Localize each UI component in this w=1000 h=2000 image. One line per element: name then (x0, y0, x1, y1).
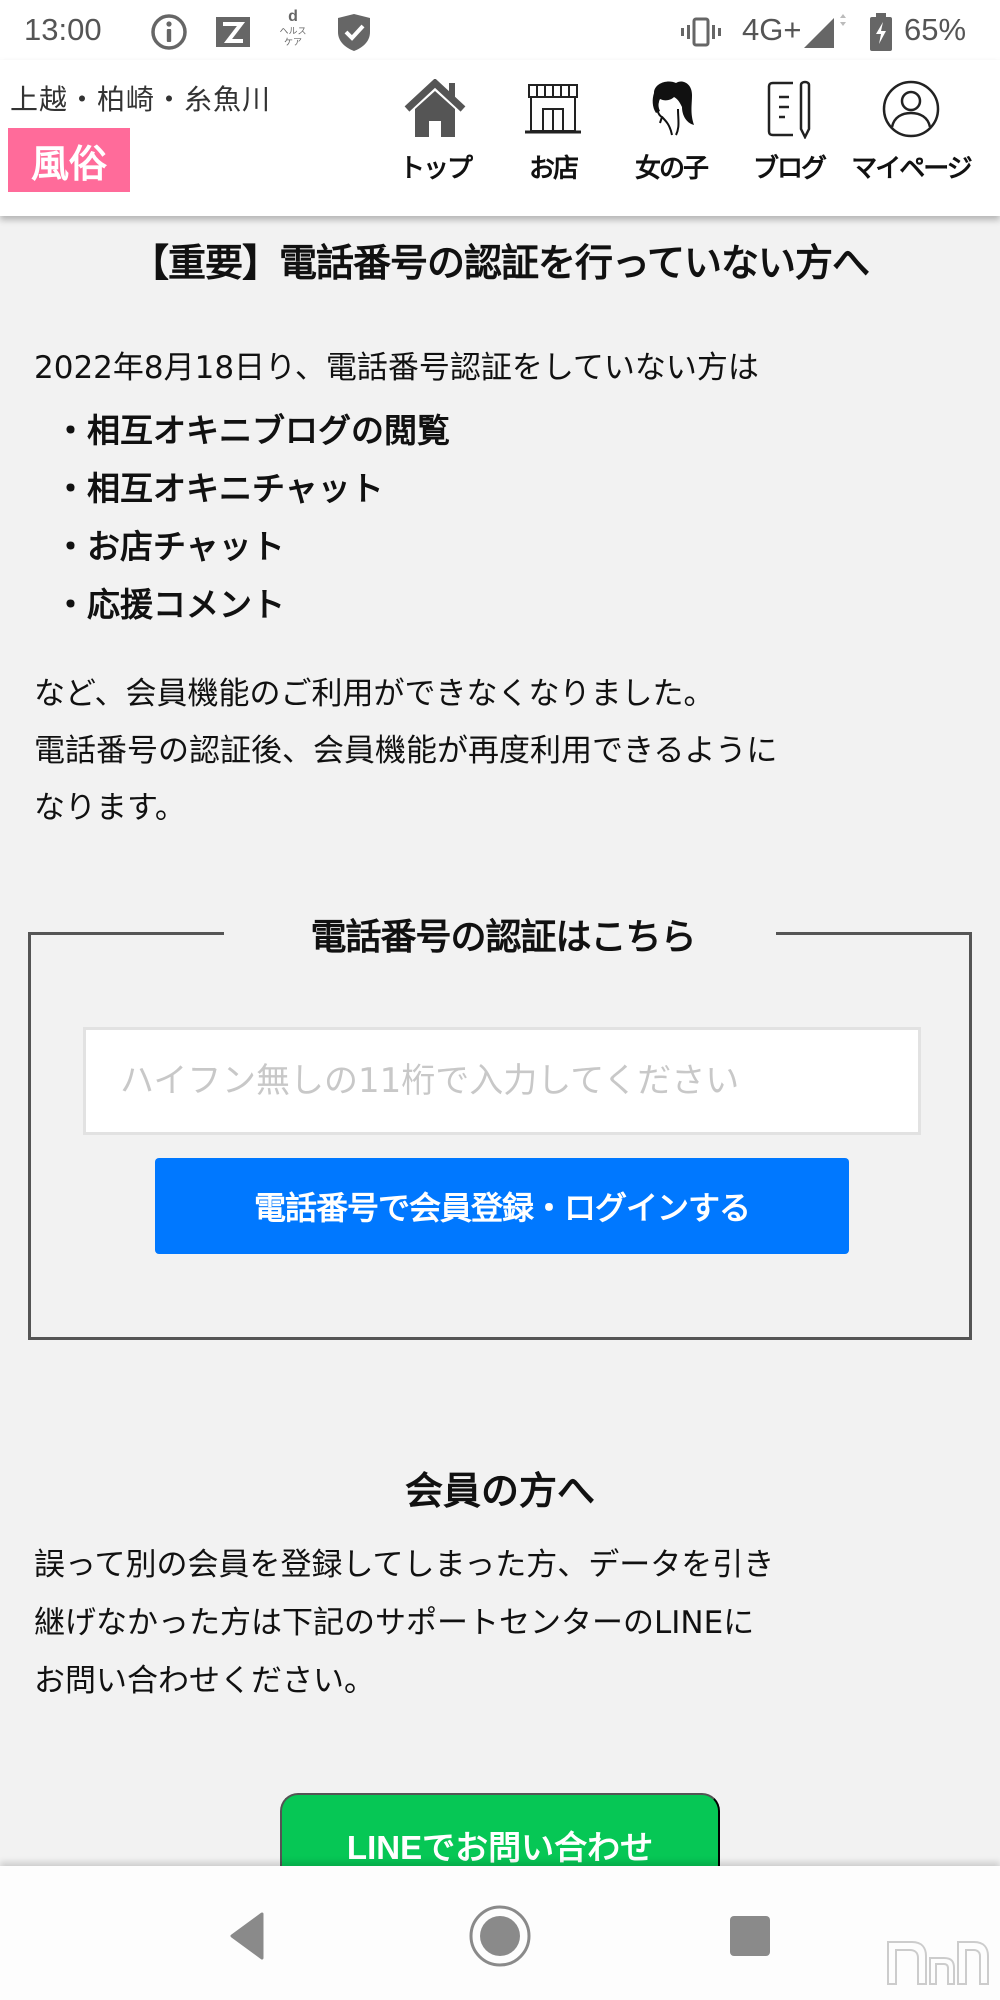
nav-label: お店 (528, 154, 579, 184)
feature-list: 相互オキニブログの閲覧 相互オキニチャット お店チャット 応援コメント (54, 402, 450, 634)
nav-item-top[interactable]: トップ (380, 78, 490, 198)
blog-icon (754, 78, 824, 140)
member-body: 誤って別の会員を登録してしまった方、データを引き 継げなかった方は下記のサポート… (34, 1536, 994, 1710)
system-nav-bar (0, 1866, 1000, 2000)
network-type: 4G+ (742, 12, 802, 47)
nav-item-mypage[interactable]: マイページ (851, 78, 973, 198)
category-badge[interactable]: 風俗 (8, 128, 130, 192)
feature-item: 応援コメント (54, 576, 450, 634)
svg-text:d: d (288, 8, 298, 25)
feature-item: 相互オキニブログの閲覧 (54, 402, 450, 460)
status-time: 13:00 (24, 12, 102, 47)
member-body-line: 継げなかった方は下記のサポートセンターのLINEに (34, 1605, 755, 1641)
battery-level: 65% (904, 12, 967, 47)
nav-item-girls[interactable]: 女の子 (616, 78, 726, 198)
svg-text:ケア: ケア (284, 37, 302, 48)
shop-icon (518, 78, 588, 140)
verify-title: 電話番号の認証はこちら (310, 917, 696, 958)
home-icon (400, 78, 470, 140)
notice-body-line: 電話番号の認証後、会員機能が再度利用できるように (34, 733, 778, 769)
girl-icon (636, 78, 706, 140)
user-icon (876, 78, 946, 140)
notice-intro: 2022年8月18日り、電話番号認証をしていない方は (34, 350, 759, 386)
info-icon (150, 14, 188, 50)
home-circle-icon[interactable] (460, 1896, 540, 1976)
site-header: 上越・柏崎・糸魚川 風俗 トップ お店 女の子 ブログ マイページ (0, 60, 1000, 216)
phone-verification-box: 電話番号の認証はこちら 電話番号で会員登録・ログインする (28, 917, 972, 1340)
member-title: 会員の方へ (404, 1469, 595, 1513)
nav-item-blog[interactable]: ブログ (734, 78, 844, 198)
phone-login-button[interactable]: 電話番号で会員登録・ログインする (155, 1158, 849, 1254)
nav-label: マイページ (851, 154, 972, 184)
feature-item: お店チャット (54, 518, 450, 576)
member-body-line: 誤って別の会員を登録してしまった方、データを引き (34, 1547, 775, 1583)
svg-text:ヘルス: ヘルス (279, 27, 306, 37)
battery-charging-icon (868, 13, 894, 51)
d-healthcare-icon: d ヘルス ケア (278, 8, 308, 48)
nav-label: 女の子 (634, 154, 709, 184)
recents-icon[interactable] (710, 1896, 790, 1976)
nav-label: トップ (398, 154, 473, 184)
signal-icon (802, 14, 848, 50)
status-bar: 13:00 d ヘルス ケア 4G+ 65% (0, 0, 1000, 60)
main-nav: トップ お店 女の子 ブログ マイページ (380, 78, 1000, 198)
vibrate-icon (680, 14, 722, 50)
phone-number-input[interactable] (83, 1027, 921, 1135)
notice-body-line: なります。 (34, 790, 186, 826)
notice-body-line: など、会員機能のご利用ができなくなりました。 (34, 676, 715, 712)
member-body-line: お問い合わせください。 (34, 1663, 375, 1699)
watermark-logo (882, 1928, 992, 1988)
notice-body: など、会員機能のご利用ができなくなりました。 電話番号の認証後、会員機能が再度利… (34, 666, 994, 837)
area-selector[interactable]: 上越・柏崎・糸魚川 (10, 78, 271, 118)
notice-title: 【重要】電話番号の認証を行っていない方へ (130, 241, 870, 285)
back-icon[interactable] (208, 1896, 288, 1976)
nav-label: ブログ (752, 154, 827, 184)
nav-item-shop[interactable]: お店 (498, 78, 608, 198)
feature-item: 相互オキニチャット (54, 460, 450, 518)
shield-check-icon (334, 14, 374, 51)
kz-app-icon (216, 14, 250, 50)
